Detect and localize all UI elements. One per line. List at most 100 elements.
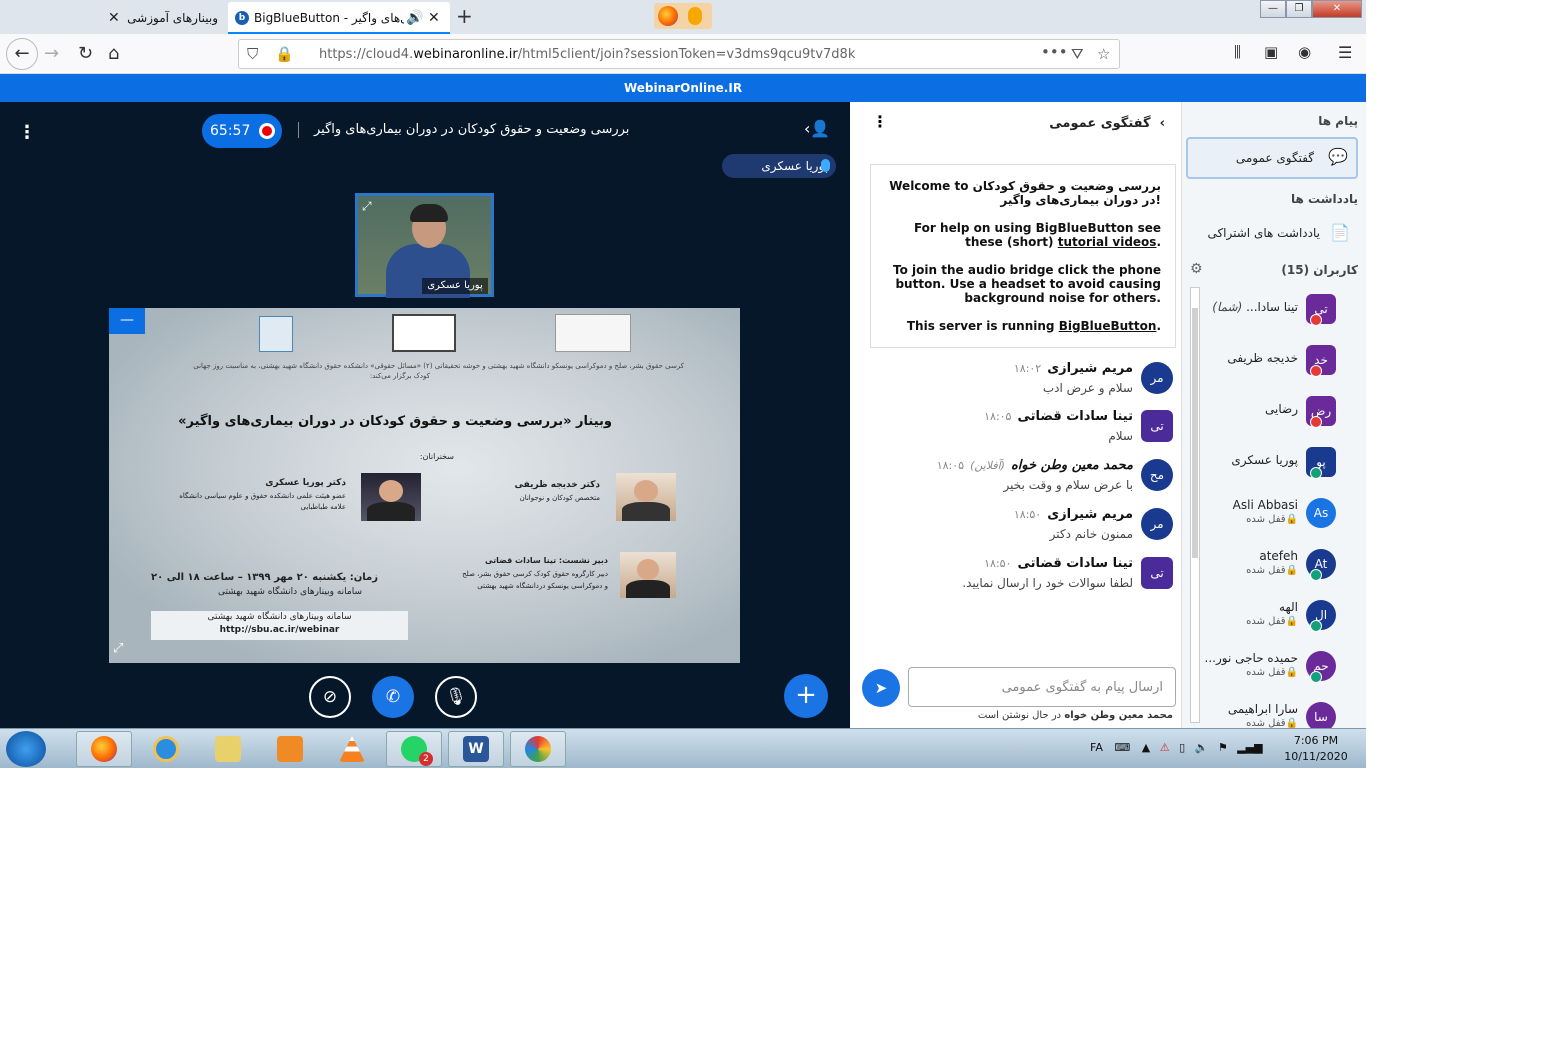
language-indicator[interactable]: FA [1090,741,1103,754]
user-list-item[interactable]: As Asli Abbasi 🔒قفل شده [1202,498,1352,538]
shield-icon[interactable]: ⛉ [247,45,258,63]
avatar[interactable]: مح [1141,459,1173,491]
system-tray: FA ⌨ ▲ ⚠ ▯ 🔈 ⚑ ▂▄▆ [1090,741,1263,754]
user-list-item[interactable]: پو پوریا عسکری [1202,447,1352,487]
chat-message: مح محمد معین وطن خواه(آفلاین)۱۸:۰۵ با عر… [863,458,1173,507]
taskbar-firefox[interactable] [76,731,132,767]
shared-notes-label: یادداشت های اشتراکی [1207,226,1320,240]
tab-close-icon[interactable]: ✕ [428,10,440,26]
speaker1-name: دکتر خدیجه ظریفی [514,480,600,490]
warning-icon[interactable]: ⚠ [1160,741,1170,754]
secretary-role-2: و دموکراسی یونسکو دردانشگاه شهید بهشتی [477,582,608,590]
reload-icon[interactable]: ↻ [78,43,93,64]
sidebar-toggle-icon[interactable]: ▣ [1264,43,1278,61]
slide-heading: وبینار «بررسی وضعیت و حقوق کودکان در دور… [178,414,612,429]
user-list-item[interactable]: حم حمیده حاجی نور... 🔒قفل شده [1202,651,1352,691]
windows-taskbar: 2 W FA ⌨ ▲ ⚠ ▯ 🔈 ⚑ ▂▄▆ 7:06 PM 10/11/202… [0,728,1366,768]
avatar[interactable]: مر [1141,362,1173,394]
speaker2-name: دکتر پوریا عسکری [265,478,346,488]
close-window-button[interactable]: ✕ [1312,0,1362,18]
home-icon[interactable]: ⌂ [108,43,119,64]
user-list-item[interactable]: سا سارا ابراهیمی 🔒قفل شده [1202,702,1352,728]
new-tab-plus-icon[interactable]: + [456,4,473,28]
bigbluebutton-link[interactable]: BigBlueButton [1059,319,1157,333]
user-list-toggle-icon[interactable]: ‹👤 [804,119,830,138]
user-list-scrollbar[interactable] [1190,287,1200,723]
lock-icon[interactable]: 🔒 [275,45,294,63]
url-text[interactable]: https://cloud4.webinaronline.ir/html5cli… [319,47,855,62]
chat-options-kebab-icon[interactable]: ⋮ [872,112,888,131]
phone-audio-button[interactable]: ✆ [372,676,414,718]
taskbar-file-explorer[interactable] [200,731,256,767]
taskbar-clock[interactable]: 7:06 PM 10/11/2020 [1284,733,1348,765]
keyboard-icon[interactable]: ⌨ [1114,741,1130,754]
action-center-flag-icon[interactable]: ⚑ [1218,741,1228,754]
account-icon[interactable]: ◉ [1298,43,1311,61]
user-list-sidebar: پیام ها گفتگوی عمومی 💬 یادداشت ها یادداش… [1182,102,1366,728]
minimize-presentation-button[interactable]: — [109,308,145,334]
menu-icon[interactable]: ☰ [1338,43,1352,62]
pocket-icon[interactable]: ⛛ [1071,45,1084,63]
taskbar-whatsapp[interactable]: 2 [386,731,442,767]
taskbar-paint[interactable] [510,731,566,767]
microphone-mute-button[interactable]: 🎙 [435,676,477,718]
forward-arrow-icon[interactable]: → [44,43,59,64]
tutorial-videos-link[interactable]: tutorial videos [1058,235,1157,249]
send-message-button[interactable]: ➤ [862,669,900,707]
taskbar-word[interactable]: W [448,731,504,767]
show-hidden-icons-icon[interactable]: ▲ [1142,741,1150,754]
webinar-time: زمان: یکشنبه ۲۰ مهر ۱۳۹۹ – ساعت ۱۸ الی ۲… [151,572,378,583]
slide-intro-2: کودک برگزار می‌کند: [369,372,430,380]
taskbar-media-player[interactable] [262,731,318,767]
gear-icon[interactable]: ⚙ [1190,261,1203,277]
start-button[interactable] [6,731,46,767]
user-list-item[interactable]: ال الهه 🔒قفل شده [1202,600,1352,640]
speaker-icon[interactable]: 🔊 [406,10,423,26]
link-box-line-1: سامانه وبینارهای دانشگاه شهید بهشتی [207,612,352,622]
bookmark-star-icon[interactable]: ☆ [1097,45,1110,63]
taskbar-vlc[interactable] [324,731,380,767]
recording-timer[interactable]: 65:57 [202,114,282,148]
user-list-item[interactable]: رض رضایی [1202,396,1352,436]
talking-indicator[interactable]: پوریا عسکری [722,154,836,178]
fullscreen-icon[interactable]: ⤢ [113,641,123,656]
user-list-item[interactable]: At atefeh 🔒قفل شده [1202,549,1352,589]
library-icon[interactable]: ⫼ [1234,43,1241,61]
taskbar-internet-explorer[interactable] [138,731,194,767]
message-author: محمد معین وطن خواه(آفلاین)۱۸:۰۵ [936,458,1133,473]
webcam-video[interactable]: ⤢ پوریا عسکری [355,193,494,298]
fullscreen-icon[interactable]: ⤢ [362,199,372,214]
secretary-photo [620,552,676,598]
minimize-button[interactable]: — [1260,0,1286,18]
actions-plus-button[interactable]: + [784,674,828,718]
video-off-button[interactable]: ⊘ [309,676,351,718]
message-text: با عرض سلام و وقت بخیر [1003,478,1133,492]
avatar[interactable]: تی [1141,557,1173,589]
listening-badge-icon [1310,671,1322,683]
user-list-item[interactable]: تی تینا سادا... (شما) [1202,294,1352,334]
avatar[interactable]: مر [1141,508,1173,540]
chat-title[interactable]: گفتگوی عمومی ‹ [1049,116,1165,131]
tab-webinars[interactable]: وبینارهای آموزشی ✕ [104,2,226,34]
shared-notes-item[interactable]: یادداشت های اشتراکی 📄 [1190,223,1350,242]
chat-message-input[interactable]: ارسال پیام به گفتگوی عمومی [908,667,1176,707]
scroll-thumb[interactable] [1192,308,1198,558]
options-kebab-icon[interactable]: ⋮ [18,122,36,143]
tab-close-icon[interactable]: ✕ [108,10,120,26]
address-bar[interactable]: ⛉ 🔒 https://cloud4.webinaronline.ir/html… [238,39,1120,69]
page-actions-icon[interactable]: ••• [1041,43,1068,61]
public-chat-item[interactable]: گفتگوی عمومی 💬 [1186,137,1358,179]
message-text: ممنون خانم دکتر [1049,527,1133,541]
device-icon[interactable]: ▯ [1179,741,1185,754]
notification-badge: 2 [419,752,433,766]
network-icon[interactable]: ▂▄▆ [1237,741,1262,754]
back-arrow-icon[interactable]: ← [6,38,38,70]
user-list-item[interactable]: خد خدیجه ظریفی [1202,345,1352,385]
sharing-indicator[interactable] [654,3,712,29]
maximize-button[interactable]: ❐ [1286,0,1312,18]
whatsapp-icon: 2 [401,736,433,766]
welcome-line-3: To join the audio bridge click the phone… [893,263,1161,305]
avatar[interactable]: تی [1141,410,1173,442]
volume-icon[interactable]: 🔈 [1195,741,1209,754]
tab-bigbluebutton[interactable]: b BigBlueButton - ی‌های واگیر 🔊 ✕ [228,2,450,34]
